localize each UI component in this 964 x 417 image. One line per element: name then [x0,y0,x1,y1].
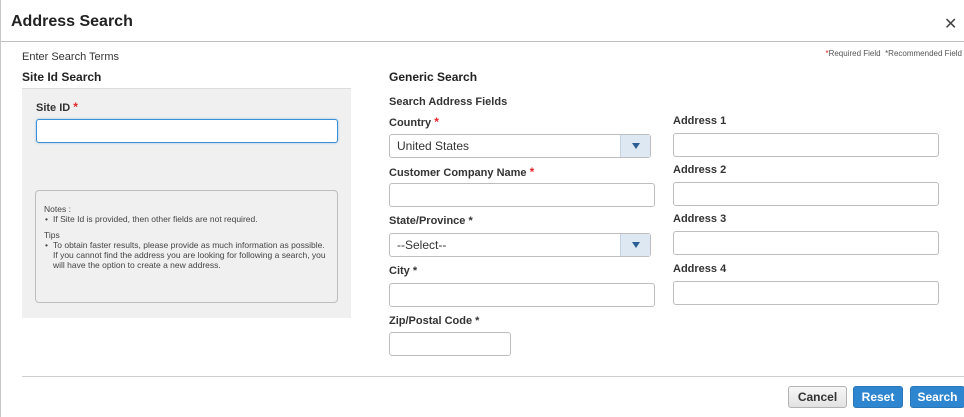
close-icon[interactable]: ✕ [944,17,957,33]
address-3-input[interactable] [673,231,939,255]
site-id-panel: Site ID * Notes : If Site Id is provided… [22,88,351,318]
address-search-dialog: Address Search ✕ Enter Search Terms *Req… [0,0,964,417]
country-label: Country * [389,115,439,129]
search-button[interactable]: Search [910,386,964,408]
state-province-select[interactable]: --Select-- [389,233,651,257]
address-1-label: Address 1 [673,115,727,127]
tips-title: Tips [44,230,60,240]
company-name-input[interactable] [389,183,655,207]
city-label: City * [389,265,418,277]
cancel-button[interactable]: Cancel [788,386,847,408]
state-province-label: State/Province * [389,215,473,227]
note-item: If Site Id is provided, then other field… [44,214,329,224]
address-3-label: Address 3 [673,213,727,225]
address-4-input[interactable] [673,281,939,305]
title-divider [1,41,964,42]
country-label-text: Country [389,117,432,129]
chevron-down-icon[interactable] [620,135,650,157]
notes-box: Notes : If Site Id is provided, then oth… [35,190,338,303]
address-4-label: Address 4 [673,263,727,275]
country-value: United States [397,139,470,153]
zip-postal-label: Zip/Postal Code * [389,315,480,327]
dialog-title: Address Search [11,13,133,30]
footer-divider [22,376,964,377]
state-province-value: --Select-- [397,238,447,252]
tip-item: To obtain faster results, please provide… [44,240,329,270]
reset-button[interactable]: Reset [853,386,903,408]
required-star-icon: * [434,115,439,129]
country-select[interactable]: United States [389,134,651,158]
search-terms-label: Enter Search Terms [22,51,120,63]
notes-title: Notes : [44,204,71,214]
chevron-down-icon[interactable] [620,234,650,256]
company-name-label: Customer Company Name * [389,165,534,179]
address-2-label: Address 2 [673,164,727,176]
search-address-fields-label: Search Address Fields [389,96,508,108]
company-name-label-text: Customer Company Name [389,167,527,179]
zip-postal-input[interactable] [389,332,511,356]
required-legend: Required Field [828,49,881,58]
address-1-input[interactable] [673,133,939,157]
site-id-label-text: Site ID [36,102,71,114]
site-id-input[interactable] [36,119,338,143]
recommended-legend: *Recommended Field [885,49,962,58]
field-legend: *Required Field *Recommended Field [825,49,962,58]
city-input[interactable] [389,283,655,307]
address-2-input[interactable] [673,182,939,206]
required-star-icon: * [529,165,535,179]
required-star-icon: * [73,100,78,114]
site-id-search-heading: Site Id Search [22,70,102,84]
site-id-label: Site ID * [36,100,78,114]
generic-search-heading: Generic Search [389,70,478,84]
